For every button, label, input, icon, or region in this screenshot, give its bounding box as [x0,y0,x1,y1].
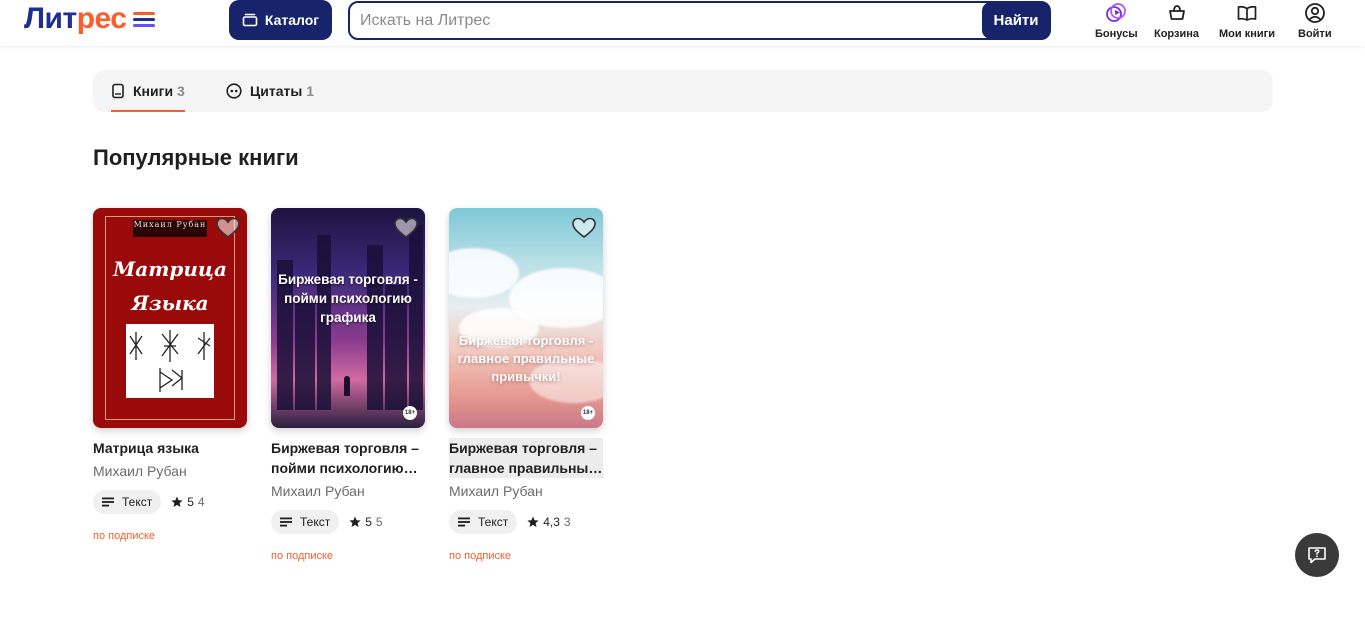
nav-cart-label: Корзина [1154,28,1199,40]
runes-image [126,324,214,398]
text-format-icon [280,517,292,527]
logo-text-part2: рес [76,2,127,35]
logo-text-part1: Лит [24,2,77,35]
rating-count: 4 [197,495,205,509]
book-card: Биржевая торговля - пойми психологию гра… [271,208,425,562]
format-label: Текст [122,495,153,509]
litres-logo[interactable]: Литрес [24,4,155,34]
book-title-line2: пойми психологию… [271,460,418,476]
nav-my-books-label: Мои книги [1219,28,1275,40]
book-meta: Текст 5 4 [93,490,247,514]
header: Литрес Каталог Найти Бонусы Корзина Мои … [0,0,1365,46]
cover-title: Биржевая торговля - пойми психологию гра… [278,272,418,325]
book-author[interactable]: Михаил Рубан [271,482,425,500]
book-title-line2: главное правильны… [449,460,603,476]
logo-mark-icon [132,10,155,28]
star-icon [349,516,361,527]
tab-quotes[interactable]: Цитаты 1 [226,70,314,112]
cover-title-line1: Матрица [113,257,227,281]
tab-quotes-label: Цитаты [250,83,303,99]
book-title-line1: Биржевая торговля – [449,440,597,456]
rating-count: 3 [563,515,571,529]
rating-count: 5 [375,515,383,529]
cover-title: Биржевая торговля - главное правильные п… [457,333,595,384]
nav-login[interactable]: Войти [1298,2,1332,40]
cover-title: Матрица Языка [93,252,247,320]
catalog-icon [242,13,258,27]
book-card: Михаил Рубан Матрица Языка Матрица языка … [93,208,247,542]
tab-books-label: Книги [133,83,174,99]
cover-title-line2: Языка [131,291,209,315]
book-title-line1: Биржевая торговля – [271,440,419,456]
nav-my-books[interactable]: Мои книги [1219,2,1275,40]
cover-cloud [449,248,519,298]
star-icon [171,496,183,507]
book-rating: 4,3 3 [527,515,571,529]
user-icon [1304,2,1326,24]
nav-cart[interactable]: Корзина [1154,2,1199,40]
book-icon [112,83,124,99]
nav-bonuses-label: Бонусы [1095,28,1138,40]
catalog-label: Каталог [264,12,320,28]
search-button[interactable]: Найти [982,2,1050,39]
text-format-icon [458,517,470,527]
rating-value: 5 [365,515,372,529]
book-card: Биржевая торговля - главное правильные п… [449,208,603,562]
book-cover[interactable]: Биржевая торговля - главное правильные п… [449,208,603,428]
subscription-label: по подписке [271,550,334,562]
tab-books[interactable]: Книги 3 [111,70,185,112]
tab-quotes-count: 1 [306,83,315,99]
chat-help-icon [1308,547,1326,564]
subscription-label: по подписке [449,550,512,562]
cover-figure [344,376,350,396]
bonus-icon [1105,2,1127,24]
rating-value: 4,3 [543,515,560,529]
book-rating: 5 5 [349,515,383,529]
nav-bonuses[interactable]: Бонусы [1095,2,1138,40]
cover-author: Михаил Рубан [133,220,207,237]
age-badge: 18+ [581,406,595,420]
favorite-heart-icon[interactable] [393,216,419,240]
book-meta: Текст 4,3 3 [449,510,603,534]
book-title[interactable]: Матрица языка [93,438,247,458]
book-meta: Текст 5 5 [271,510,425,534]
format-label: Текст [300,515,331,529]
book-open-icon [1236,2,1258,24]
search-results-tabs: Книги 3 Цитаты 1 [93,70,1273,112]
text-format-icon [102,497,114,507]
format-label: Текст [478,515,509,529]
format-badge: Текст [449,510,518,534]
search-input[interactable] [360,10,980,32]
book-rating: 5 4 [171,495,205,509]
favorite-heart-icon[interactable] [215,216,241,240]
book-cover[interactable]: Биржевая торговля - пойми психологию гра… [271,208,425,428]
format-badge: Текст [271,510,340,534]
format-badge: Текст [93,490,162,514]
favorite-heart-icon[interactable] [571,216,597,240]
book-author[interactable]: Михаил Рубан [449,482,603,500]
nav-login-label: Войти [1298,28,1332,40]
basket-icon [1166,2,1188,24]
tab-books-count: 3 [177,83,185,99]
book-cover[interactable]: Михаил Рубан Матрица Языка [93,208,247,428]
search-box: Найти [348,1,1051,40]
section-title: Популярные книги [93,145,299,170]
star-icon [527,516,539,527]
age-badge: 18+ [403,406,417,420]
rating-value: 5 [187,495,194,509]
help-chat-button[interactable] [1295,533,1339,577]
subscription-label: по подписке [93,530,156,542]
catalog-button[interactable]: Каталог [229,0,332,40]
book-title[interactable]: Биржевая торговля – пойми психологию… [271,438,425,478]
quote-icon [226,83,242,99]
book-title[interactable]: Биржевая торговля – главное правильны… [449,438,603,478]
book-author[interactable]: Михаил Рубан [93,462,247,480]
